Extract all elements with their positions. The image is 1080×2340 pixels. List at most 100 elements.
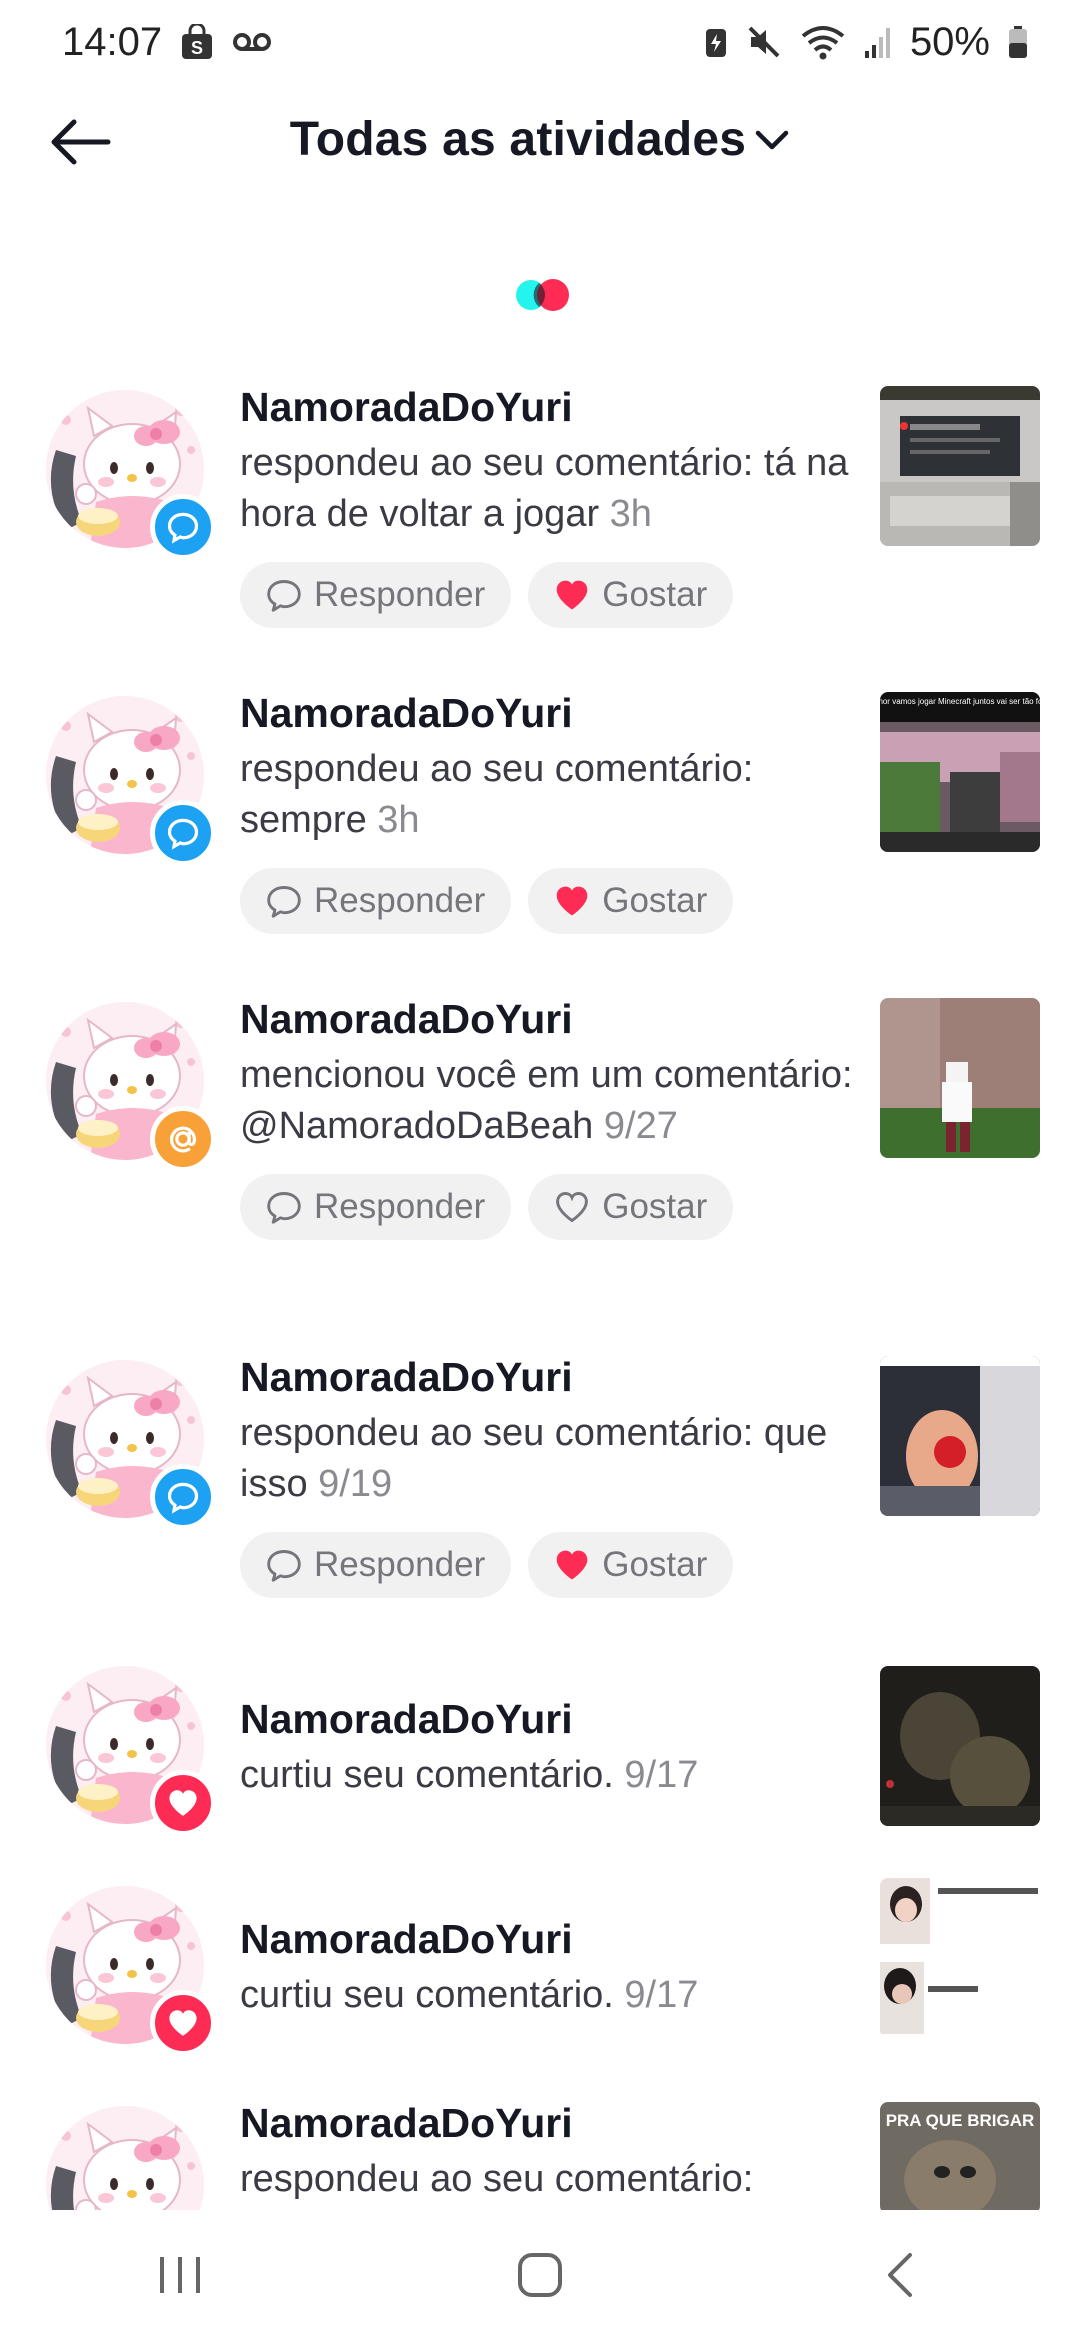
loading-indicator — [516, 279, 569, 311]
comment-icon — [266, 883, 302, 919]
username[interactable]: NamoradaDoYuri — [240, 2098, 860, 2148]
comment-badge-icon — [150, 1464, 216, 1530]
battery-level: 50% — [909, 19, 990, 64]
username[interactable]: NamoradaDoYuri — [240, 994, 860, 1044]
activity-time: 9/19 — [318, 1463, 393, 1505]
activity-filter-dropdown[interactable]: Todas as atividades — [0, 112, 1080, 167]
status-left: 14:07 S — [62, 20, 272, 65]
video-thumbnail[interactable] — [880, 998, 1040, 1158]
home-icon — [518, 2253, 562, 2297]
video-thumbnail[interactable] — [880, 1878, 1040, 2038]
home-button[interactable] — [480, 2230, 600, 2320]
avatar[interactable] — [46, 1002, 216, 1172]
heart-filled-icon — [554, 884, 590, 918]
reply-label: Responder — [314, 1545, 486, 1584]
reply-button[interactable]: Responder — [240, 1532, 512, 1598]
mute-icon — [746, 24, 782, 60]
video-thumbnail[interactable] — [880, 1356, 1040, 1516]
activity-content: NamoradaDoYuri curtiu seu comentário. 9/… — [240, 1694, 860, 1801]
avatar[interactable] — [46, 1360, 216, 1530]
like-button[interactable]: Gostar — [528, 1174, 734, 1240]
activity-actions: Responder Gostar — [240, 1532, 860, 1598]
battery-icon — [1008, 25, 1028, 59]
like-button[interactable]: Gostar — [528, 868, 734, 934]
activity-content: NamoradaDoYuri curtiu seu comentário. 9/… — [240, 1914, 860, 2021]
activity-text: mencionou você em um comentário: @Namora… — [240, 1054, 853, 1147]
activity-message: respondeu ao seu comentário: sempre 3h — [240, 744, 860, 846]
like-label: Gostar — [602, 1187, 708, 1226]
heart-filled-icon — [554, 1548, 590, 1582]
reply-button[interactable]: Responder — [240, 868, 512, 934]
video-thumbnail[interactable]: "Amor vamos jogar Minecraft juntos vai s… — [880, 692, 1040, 852]
avatar[interactable] — [46, 1886, 216, 2056]
system-nav-bar — [0, 2210, 1080, 2340]
thumbnail-caption: PRA QUE BRIGAR — [886, 2111, 1035, 2130]
thumbnail-caption: "Amor vamos jogar Minecraft juntos vai s… — [880, 697, 1040, 706]
activity-text: respondeu ao seu comentário: — [240, 2158, 754, 2200]
like-button[interactable]: Gostar — [528, 562, 734, 628]
mention-badge-icon — [150, 1106, 216, 1172]
like-button[interactable]: Gostar — [528, 1532, 734, 1598]
video-thumbnail[interactable] — [880, 386, 1040, 546]
activity-content: NamoradaDoYuri respondeu ao seu comentár… — [240, 382, 860, 628]
activity-actions: Responder Gostar — [240, 868, 860, 934]
comment-badge-icon — [150, 800, 216, 866]
activity-content: NamoradaDoYuri respondeu ao seu comentár… — [240, 688, 860, 934]
username[interactable]: NamoradaDoYuri — [240, 1914, 860, 1964]
activity-message: respondeu ao seu comentário: tá na hora … — [240, 438, 860, 540]
reply-button[interactable]: Responder — [240, 1174, 512, 1240]
status-bar: 14:07 S 50% — [0, 0, 1080, 84]
nav-back-button[interactable] — [840, 2230, 960, 2320]
like-label: Gostar — [602, 1545, 708, 1584]
header: Todas as atividades — [0, 84, 1080, 196]
status-time: 14:07 — [62, 19, 163, 64]
activity-text: curtiu seu comentário. — [240, 1754, 614, 1796]
reply-button[interactable]: Responder — [240, 562, 512, 628]
recent-apps-icon — [160, 2257, 200, 2293]
avatar[interactable] — [46, 390, 216, 560]
wifi-icon — [800, 24, 846, 60]
recent-apps-button[interactable] — [120, 2230, 240, 2320]
activity-message: mencionou você em um comentário: @Namora… — [240, 1050, 860, 1152]
like-label: Gostar — [602, 575, 708, 614]
heart-badge-icon — [150, 1770, 216, 1836]
username[interactable]: NamoradaDoYuri — [240, 1352, 860, 1402]
signal-icon — [864, 25, 892, 59]
username[interactable]: NamoradaDoYuri — [240, 382, 860, 432]
chevron-down-icon — [755, 130, 789, 149]
activity-actions: Responder Gostar — [240, 1174, 860, 1240]
activity-actions: Responder Gostar — [240, 562, 860, 628]
video-thumbnail[interactable] — [880, 1666, 1040, 1826]
username[interactable]: NamoradaDoYuri — [240, 688, 860, 738]
heart-badge-icon — [150, 1990, 216, 2056]
activity-content: NamoradaDoYuri respondeu ao seu comentár… — [240, 2098, 860, 2205]
activity-text: respondeu ao seu comentário: tá na hora … — [240, 442, 849, 535]
heart-filled-icon — [554, 578, 590, 612]
shopping-bag-icon: S — [180, 24, 214, 60]
activity-message: respondeu ao seu comentário: que isso 9/… — [240, 1408, 860, 1510]
activity-time: 9/17 — [624, 1974, 699, 2016]
activity-text: respondeu ao seu comentário: sempre — [240, 748, 754, 841]
comment-icon — [266, 1189, 302, 1225]
voicemail-icon — [232, 31, 272, 53]
page-title: Todas as atividades — [289, 113, 747, 166]
activity-content: NamoradaDoYuri respondeu ao seu comentár… — [240, 1352, 860, 1598]
reply-label: Responder — [314, 881, 486, 920]
activity-time: 3h — [377, 799, 420, 841]
activity-message: curtiu seu comentário. 9/17 — [240, 1970, 860, 2021]
status-right: 50% — [704, 20, 1028, 65]
activity-time: 3h — [609, 493, 652, 535]
activity-message: respondeu ao seu comentário: — [240, 2154, 860, 2205]
reply-label: Responder — [314, 575, 486, 614]
comment-icon — [266, 577, 302, 613]
username[interactable]: NamoradaDoYuri — [240, 1694, 860, 1744]
svg-text:S: S — [191, 38, 203, 58]
avatar[interactable] — [46, 696, 216, 866]
avatar[interactable] — [46, 1666, 216, 1836]
activity-time: 9/27 — [603, 1105, 678, 1147]
heart-outline-icon — [556, 1192, 589, 1223]
video-thumbnail[interactable]: PRA QUE BRIGAR — [880, 2102, 1040, 2214]
like-label: Gostar — [602, 881, 708, 920]
back-icon — [888, 2253, 912, 2297]
activity-time: 9/17 — [624, 1754, 699, 1796]
